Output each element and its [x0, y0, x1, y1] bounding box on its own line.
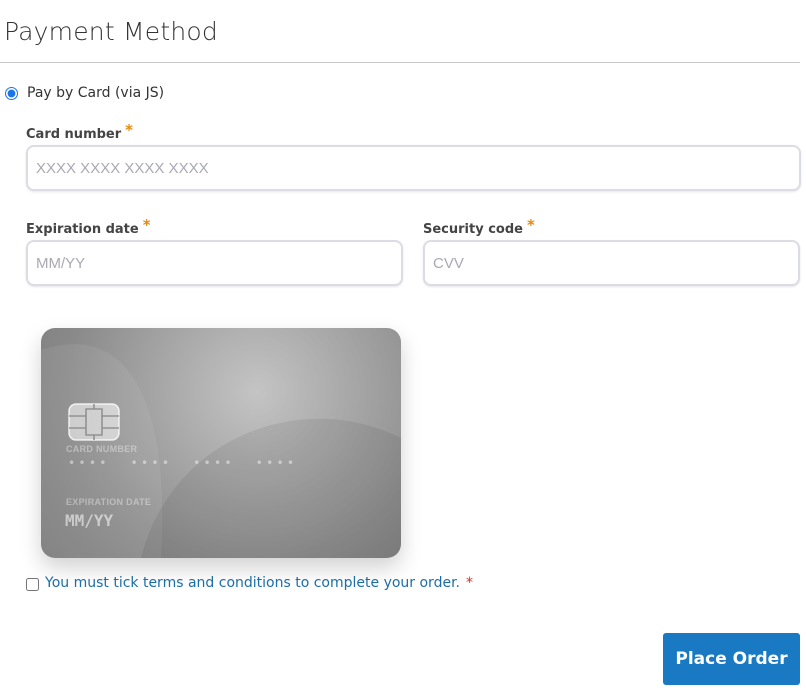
card-number-input[interactable] — [28, 147, 799, 189]
terms-label[interactable]: You must tick terms and conditions to co… — [45, 575, 460, 591]
payment-method-label: Pay by Card (via JS) — [27, 85, 165, 101]
required-marker: * — [142, 216, 151, 234]
expiration-date-label: Expiration date — [26, 222, 139, 237]
place-order-button[interactable]: Place Order — [663, 633, 800, 685]
expiration-date-field[interactable] — [26, 240, 403, 286]
payment-method-option[interactable]: Pay by Card (via JS) — [4, 84, 164, 102]
required-marker: * — [526, 216, 535, 234]
expiration-date-input[interactable] — [28, 242, 401, 284]
page-title: Payment Method — [4, 17, 218, 46]
card-number-field[interactable] — [26, 145, 801, 191]
security-code-field[interactable] — [423, 240, 800, 286]
card-number-label-wrap: Card number * — [26, 121, 134, 142]
title-divider — [0, 62, 800, 63]
card-preview: CARD NUMBER •••• •••• •••• •••• EXPIRATI… — [41, 328, 401, 558]
chip-icon — [68, 403, 120, 441]
expiration-date-label-wrap: Expiration date * — [26, 216, 151, 237]
card-number-label: Card number — [26, 127, 122, 142]
security-code-input[interactable] — [425, 242, 798, 284]
expiration-date-caption: EXPIRATION DATE — [66, 497, 152, 507]
payment-method-radio[interactable] — [5, 86, 18, 100]
security-code-label-wrap: Security code * — [423, 216, 535, 237]
card-expiration-value: MM/YY — [65, 511, 114, 530]
security-code-label: Security code — [423, 222, 523, 237]
terms-required-marker: * — [466, 575, 473, 591]
terms-row[interactable]: You must tick terms and conditions to co… — [26, 575, 473, 591]
card-number-caption: CARD NUMBER — [66, 444, 138, 454]
terms-checkbox[interactable] — [26, 577, 39, 591]
card-number-mask: •••• •••• •••• •••• — [68, 456, 298, 470]
required-marker: * — [125, 121, 134, 139]
